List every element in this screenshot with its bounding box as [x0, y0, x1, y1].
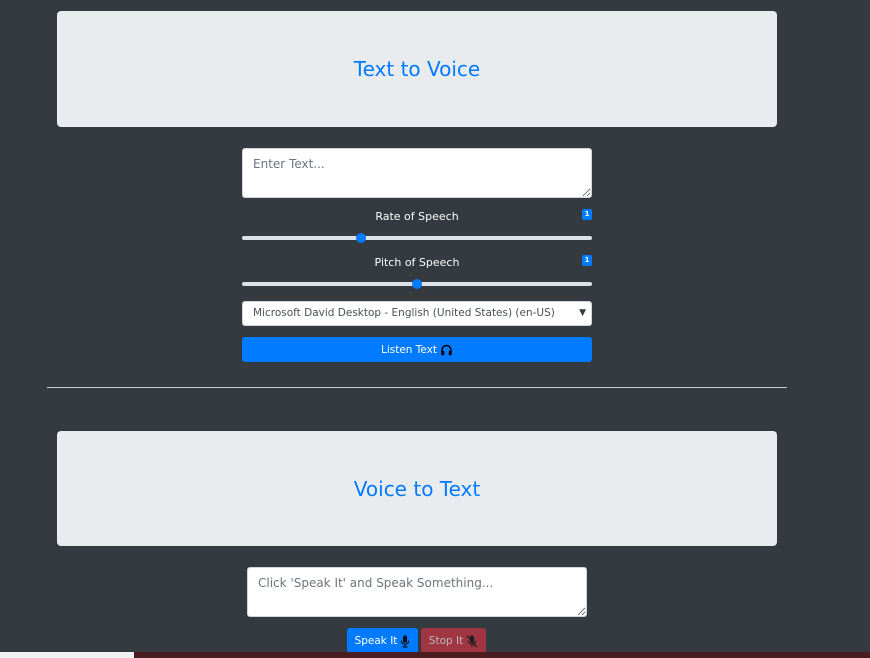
- stop-it-button-label: Stop It: [428, 635, 464, 647]
- pitch-slider[interactable]: [242, 278, 592, 290]
- speak-it-button-label: Speak It: [354, 635, 398, 647]
- page: Text to Voice Rate of Speech 1 Pitch of …: [0, 0, 870, 658]
- bottom-edge-strip-light: [0, 652, 134, 658]
- listen-text-button[interactable]: Listen Text: [242, 337, 592, 362]
- rate-value-badge: 1: [582, 209, 592, 220]
- voice-to-text-title: Voice to Text: [353, 476, 481, 501]
- speak-it-button[interactable]: Speak It: [347, 628, 418, 654]
- headphones-icon: [440, 344, 453, 356]
- voice-select-value: Microsoft David Desktop - English (Unite…: [253, 307, 555, 319]
- text-to-voice-title: Text to Voice: [353, 57, 481, 81]
- stop-it-button[interactable]: Stop It: [421, 628, 486, 654]
- voice-to-text-header: Voice to Text: [57, 431, 777, 546]
- microphone-slash-icon: [466, 634, 478, 648]
- chevron-down-icon: ▼: [579, 308, 586, 318]
- microphone-icon: [400, 634, 410, 648]
- rate-slider-thumb[interactable]: [356, 233, 366, 243]
- rate-slider-track[interactable]: [242, 236, 592, 240]
- text-input[interactable]: [242, 148, 592, 198]
- voice-select[interactable]: Microsoft David Desktop - English (Unite…: [242, 301, 592, 326]
- pitch-value-badge: 1: [582, 255, 592, 266]
- listen-text-button-label: Listen Text: [380, 343, 438, 356]
- pitch-label: Pitch of Speech: [374, 256, 460, 269]
- text-to-voice-header: Text to Voice: [57, 11, 777, 127]
- pitch-slider-thumb[interactable]: [412, 279, 422, 289]
- section-divider: [47, 387, 787, 388]
- rate-label: Rate of Speech: [375, 210, 459, 223]
- rate-slider[interactable]: [242, 232, 592, 244]
- speech-result-textarea[interactable]: [247, 567, 587, 617]
